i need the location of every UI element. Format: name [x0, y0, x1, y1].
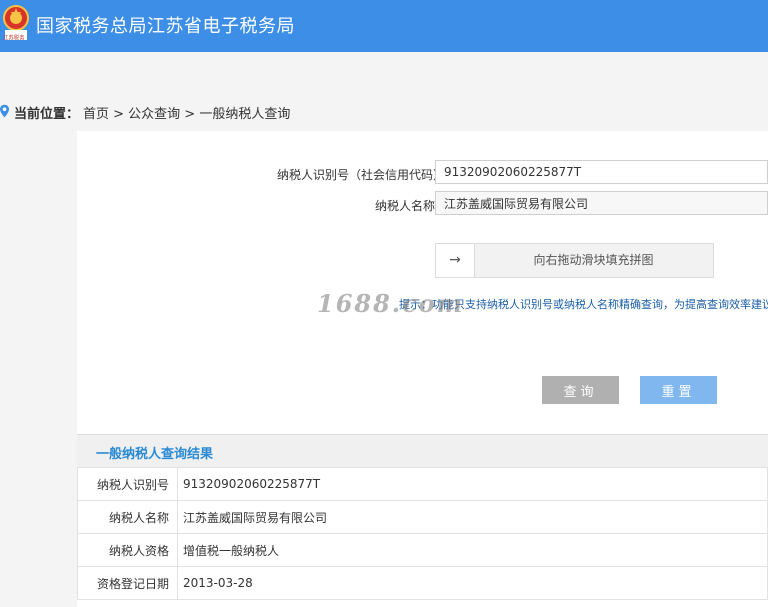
- location-pin-icon: [0, 104, 9, 118]
- row-value: 江苏盖威国际贸易有限公司: [177, 500, 768, 534]
- row-value: 91320902060225877T: [177, 467, 768, 501]
- logo-caption: 江苏税务: [3, 34, 25, 42]
- watermark: 1688.com: [317, 289, 465, 318]
- query-panel: 纳税人识别号（社会信用代码） 纳税人名称 → 向右拖动滑块填充拼图 提示：功能只…: [77, 131, 768, 607]
- table-row: 纳税人资格 增值税一般纳税人: [77, 533, 768, 567]
- breadcrumb-path[interactable]: 首页 > 公众查询 > 一般纳税人查询: [83, 103, 290, 122]
- row-value: 2013-03-28: [177, 566, 768, 600]
- taxpayer-name-input[interactable]: [435, 191, 768, 215]
- table-row: 资格登记日期 2013-03-28: [77, 566, 768, 600]
- captcha-slider[interactable]: → 向右拖动滑块填充拼图: [435, 243, 714, 278]
- results-title: 一般纳税人查询结果: [96, 447, 214, 462]
- row-value: 增值税一般纳税人: [177, 533, 768, 567]
- taxpayer-id-label: 纳税人识别号（社会信用代码）: [277, 168, 446, 182]
- table-row: 纳税人识别号 91320902060225877T: [77, 467, 768, 501]
- taxpayer-id-input[interactable]: [435, 160, 768, 184]
- row-key: 纳税人识别号: [77, 467, 178, 501]
- row-key: 纳税人名称: [77, 500, 178, 534]
- top-header: 江苏税务 国家税务总局江苏省电子税务局: [0, 0, 768, 52]
- breadcrumb-label: 当前位置：: [14, 107, 80, 122]
- taxpayer-name-label: 纳税人名称: [375, 199, 436, 213]
- row-key: 纳税人资格: [77, 533, 178, 567]
- results-header: 一般纳税人查询结果: [77, 434, 768, 468]
- row-key: 资格登记日期: [77, 566, 178, 600]
- site-title[interactable]: 国家税务总局江苏省电子税务局: [36, 12, 295, 38]
- query-button[interactable]: 查询: [542, 376, 619, 404]
- reset-button[interactable]: 重置: [640, 376, 717, 404]
- slider-text: 向右拖动滑块填充拼图: [533, 253, 654, 267]
- slider-handle[interactable]: →: [436, 244, 475, 277]
- results-table: 纳税人识别号 91320902060225877T 纳税人名称 江苏盖威国际贸易…: [77, 467, 768, 600]
- arrow-right-icon: →: [449, 252, 461, 268]
- table-row: 纳税人名称 江苏盖威国际贸易有限公司: [77, 500, 768, 534]
